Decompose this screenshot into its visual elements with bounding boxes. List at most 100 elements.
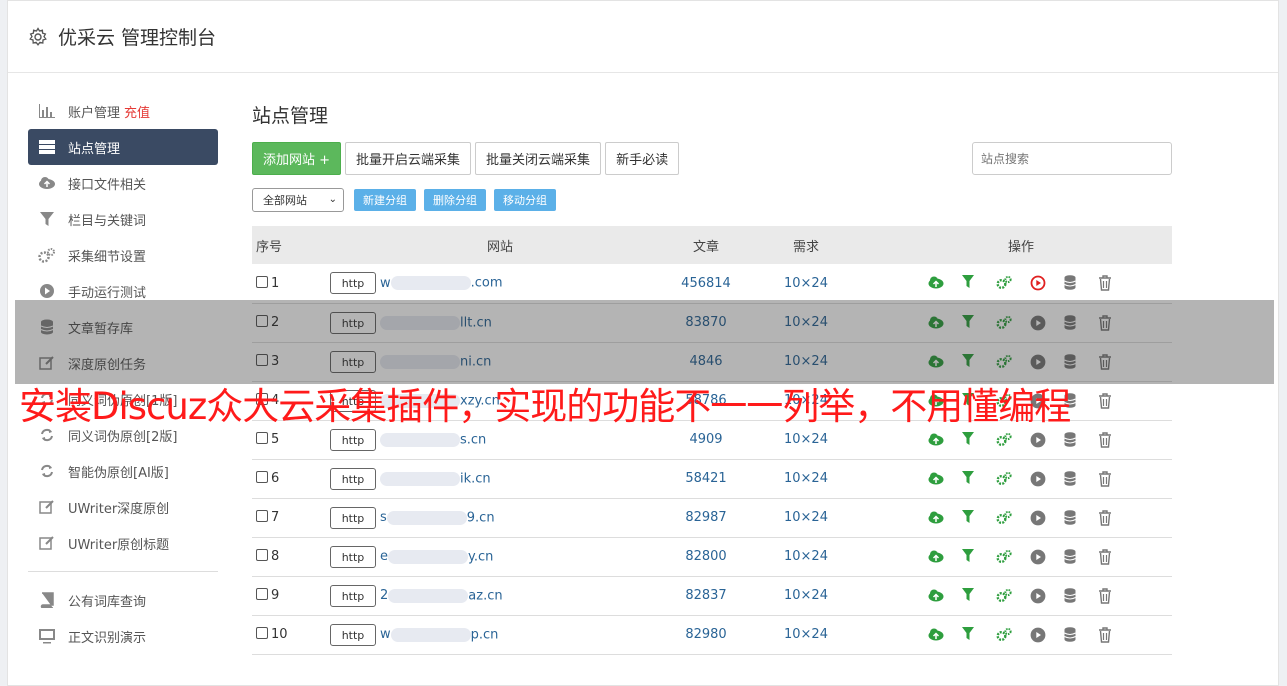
protocol-badge[interactable]: http — [330, 467, 376, 490]
new-group-button[interactable]: 新建分组 — [354, 189, 416, 211]
protocol-badge[interactable]: http — [330, 545, 376, 568]
protocol-badge[interactable]: http — [330, 272, 376, 295]
cloud-upload-icon[interactable] — [928, 510, 944, 526]
sidebar-item-collect-settings[interactable]: 采集细节设置 — [28, 237, 218, 273]
protocol-badge[interactable]: http — [330, 584, 376, 607]
site-domain[interactable]: p.cn — [471, 627, 499, 642]
play-icon[interactable] — [1030, 471, 1046, 487]
site-domain[interactable]: az.cn — [468, 588, 502, 603]
sidebar-item-sites[interactable]: 站点管理 — [28, 129, 218, 165]
cloud-upload-icon[interactable] — [928, 432, 944, 448]
row-checkbox[interactable] — [256, 627, 268, 639]
batch-open-cloud-button[interactable]: 批量开启云端采集 — [345, 142, 472, 175]
site-domain-prefix[interactable]: s — [380, 510, 387, 525]
article-count[interactable]: 82987 — [670, 498, 742, 537]
row-checkbox[interactable] — [256, 549, 268, 561]
database-icon[interactable] — [1064, 431, 1080, 448]
database-icon[interactable] — [1064, 548, 1080, 565]
demand-value[interactable]: 10×24 — [742, 498, 870, 537]
filter-icon[interactable] — [962, 275, 978, 291]
database-icon[interactable] — [1064, 509, 1080, 526]
demand-value[interactable]: 10×24 — [742, 615, 870, 654]
gears-icon[interactable] — [996, 588, 1012, 604]
database-icon[interactable] — [1064, 275, 1080, 291]
cloud-upload-icon[interactable] — [928, 627, 944, 643]
article-count[interactable]: 58421 — [670, 459, 742, 498]
article-count[interactable]: 82800 — [670, 537, 742, 576]
sidebar-item-uwriter-deep[interactable]: UWriter深度原创 — [28, 489, 218, 525]
delete-group-button[interactable]: 删除分组 — [424, 189, 486, 211]
gears-icon[interactable] — [996, 627, 1012, 643]
database-icon[interactable] — [1064, 587, 1080, 604]
demand-value[interactable]: 10×24 — [742, 264, 870, 303]
gears-icon[interactable] — [996, 471, 1012, 487]
sidebar-item-ai-rewrite[interactable]: 智能伪原创[AI版] — [28, 453, 218, 489]
site-domain[interactable]: s.cn — [460, 432, 486, 447]
trash-icon[interactable] — [1098, 587, 1114, 604]
cloud-upload-icon[interactable] — [928, 275, 944, 291]
sidebar-item-account[interactable]: 账户管理 充值 — [28, 93, 218, 129]
batch-close-cloud-button[interactable]: 批量关闭云端采集 — [475, 142, 602, 175]
demand-value[interactable]: 10×24 — [742, 459, 870, 498]
add-site-button[interactable]: 添加网站 + — [252, 142, 342, 175]
filter-icon[interactable] — [962, 431, 978, 448]
gears-icon[interactable] — [996, 549, 1012, 565]
site-domain-prefix[interactable]: e — [380, 549, 388, 564]
sidebar-item-text-recognition[interactable]: 正文识别演示 — [28, 618, 218, 654]
site-domain[interactable]: y.cn — [468, 549, 493, 564]
database-icon[interactable] — [1064, 470, 1080, 487]
trash-icon[interactable] — [1098, 548, 1114, 565]
demand-value[interactable]: 10×24 — [742, 537, 870, 576]
row-checkbox[interactable] — [256, 471, 268, 483]
sidebar-item-interface-files[interactable]: 接口文件相关 — [28, 165, 218, 201]
site-search-input[interactable] — [972, 142, 1172, 175]
filter-icon[interactable] — [962, 509, 978, 526]
gears-icon[interactable] — [996, 432, 1012, 448]
protocol-badge[interactable]: http — [330, 506, 376, 529]
article-count[interactable]: 82980 — [670, 615, 742, 654]
filter-icon[interactable] — [962, 587, 978, 604]
sidebar-item-uwriter-title[interactable]: UWriter原创标题 — [28, 525, 218, 561]
site-domain[interactable]: 9.cn — [467, 510, 495, 525]
database-icon[interactable] — [1064, 626, 1080, 643]
cloud-upload-icon[interactable] — [928, 588, 944, 604]
demand-value[interactable]: 10×24 — [742, 576, 870, 615]
play-icon[interactable] — [1030, 432, 1046, 448]
trash-icon[interactable] — [1098, 470, 1114, 487]
site-domain-prefix[interactable]: w — [380, 276, 391, 291]
site-domain[interactable]: .com — [471, 276, 503, 291]
trash-icon[interactable] — [1098, 275, 1114, 291]
play-icon[interactable] — [1030, 588, 1046, 604]
trash-icon[interactable] — [1098, 431, 1114, 448]
filter-icon[interactable] — [962, 470, 978, 487]
cloud-upload-icon[interactable] — [928, 471, 944, 487]
gears-icon[interactable] — [996, 275, 1012, 291]
trash-icon[interactable] — [1098, 392, 1114, 409]
play-icon[interactable] — [1030, 275, 1046, 291]
move-group-button[interactable]: 移动分组 — [494, 189, 556, 211]
site-domain-prefix[interactable]: 2 — [380, 588, 388, 603]
site-domain[interactable]: ik.cn — [460, 471, 491, 486]
play-icon[interactable] — [1030, 510, 1046, 526]
row-checkbox[interactable] — [256, 275, 268, 288]
recharge-link[interactable]: 充值 — [124, 102, 150, 121]
protocol-badge[interactable]: http — [330, 428, 376, 451]
row-checkbox[interactable] — [256, 588, 268, 600]
newbie-guide-button[interactable]: 新手必读 — [605, 142, 680, 175]
protocol-badge[interactable]: http — [330, 623, 376, 646]
play-icon[interactable] — [1030, 549, 1046, 565]
filter-icon[interactable] — [962, 626, 978, 643]
group-select[interactable]: 全部网站 ⌄ — [252, 188, 344, 212]
row-checkbox[interactable] — [256, 510, 268, 522]
sidebar-item-public-lexicon[interactable]: 公有词库查询 — [28, 582, 218, 618]
trash-icon[interactable] — [1098, 509, 1114, 526]
article-count[interactable]: 82837 — [670, 576, 742, 615]
gears-icon[interactable] — [996, 510, 1012, 526]
row-checkbox[interactable] — [256, 432, 268, 444]
play-icon[interactable] — [1030, 627, 1046, 643]
filter-icon[interactable] — [962, 548, 978, 565]
cloud-upload-icon[interactable] — [928, 549, 944, 565]
article-count[interactable]: 456814 — [670, 264, 742, 303]
site-domain-prefix[interactable]: w — [380, 627, 391, 642]
trash-icon[interactable] — [1098, 626, 1114, 643]
